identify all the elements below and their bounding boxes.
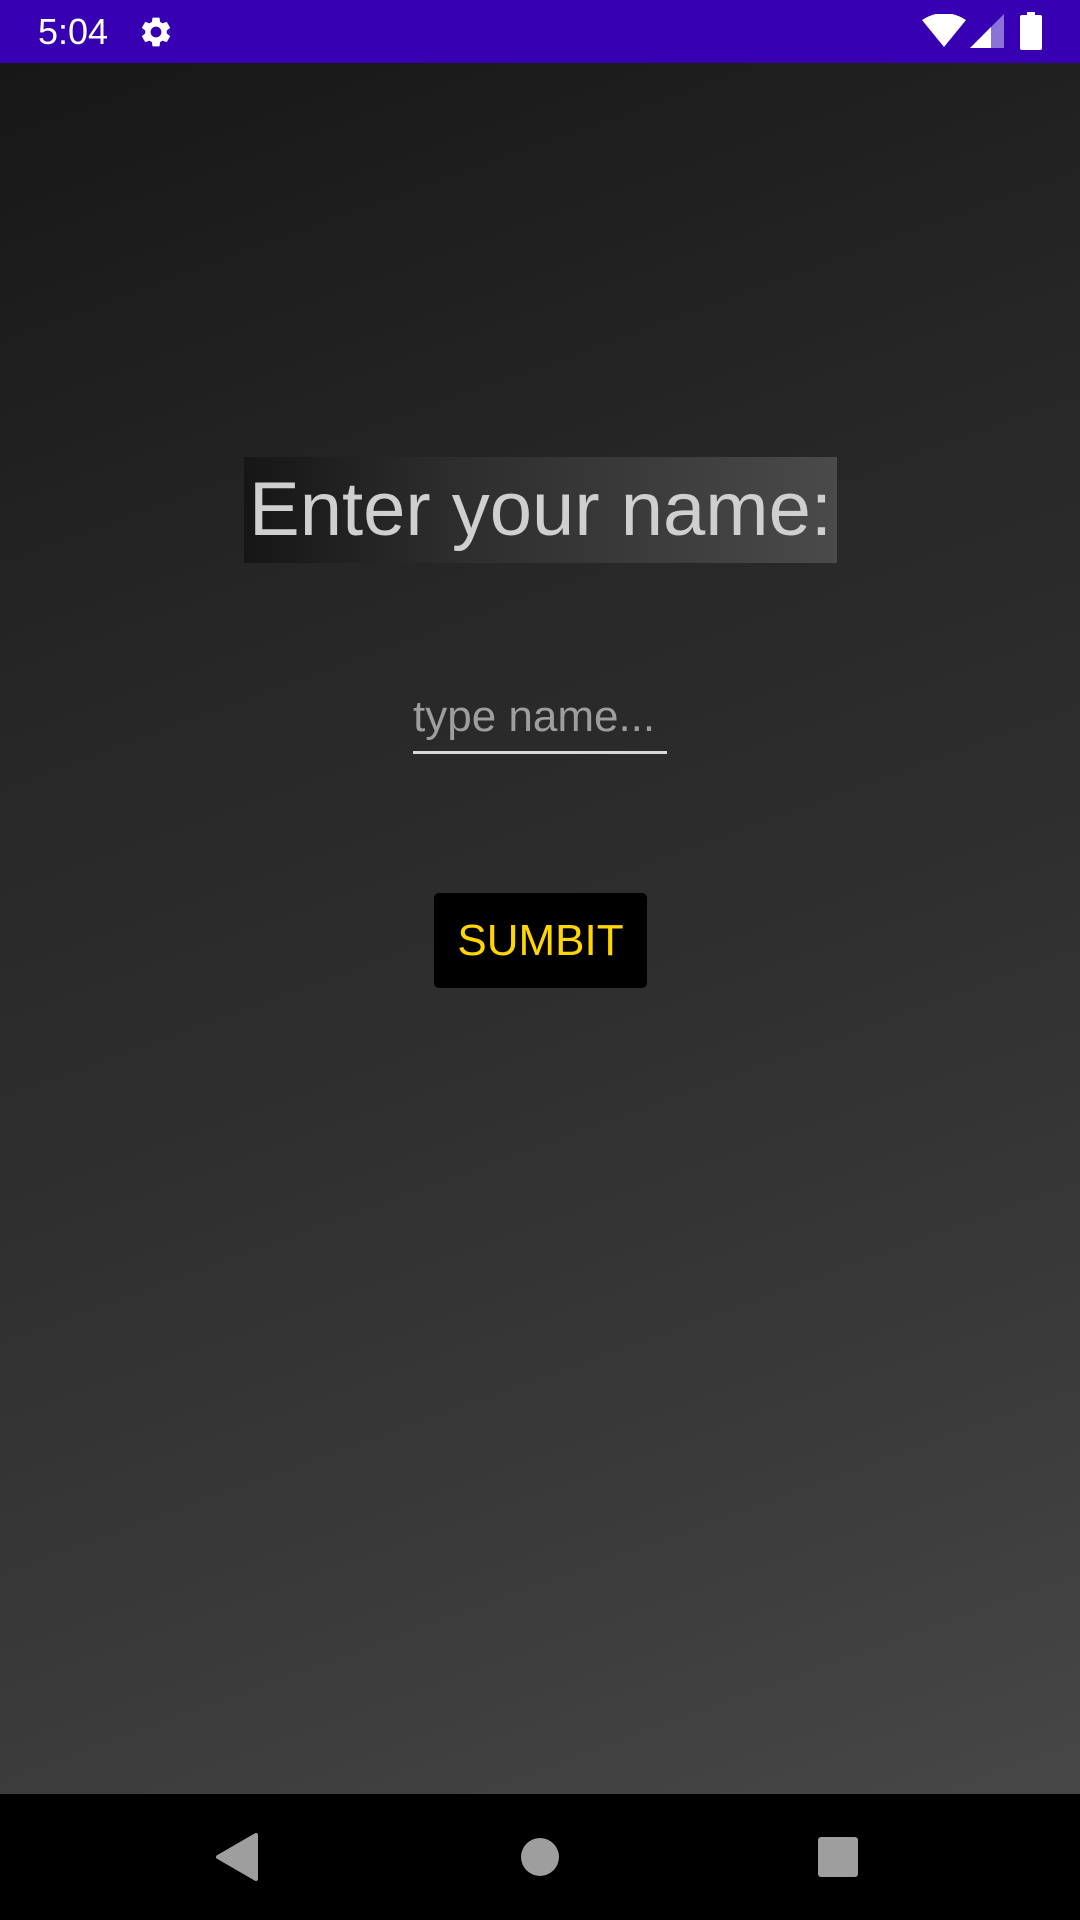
page-title: Enter your name: xyxy=(244,457,837,563)
recents-button[interactable] xyxy=(778,1794,898,1920)
name-input[interactable] xyxy=(413,683,667,754)
back-button[interactable] xyxy=(178,1794,298,1920)
main-content: Enter your name: SUMBIT xyxy=(0,63,1080,1794)
wifi-icon xyxy=(922,13,966,48)
recents-icon xyxy=(818,1837,858,1877)
battery-icon xyxy=(1020,12,1042,50)
status-bar: 5:04 xyxy=(0,0,1080,63)
submit-button[interactable]: SUMBIT xyxy=(434,893,647,988)
back-icon xyxy=(216,1833,258,1881)
home-icon xyxy=(521,1838,559,1876)
app-screen: 5:04 Enter your name: SUMBI xyxy=(0,0,1080,1920)
home-button[interactable] xyxy=(480,1794,600,1920)
navigation-bar xyxy=(0,1794,1080,1920)
gear-icon xyxy=(138,14,174,50)
signal-icon xyxy=(970,14,1004,48)
status-time: 5:04 xyxy=(38,11,109,52)
